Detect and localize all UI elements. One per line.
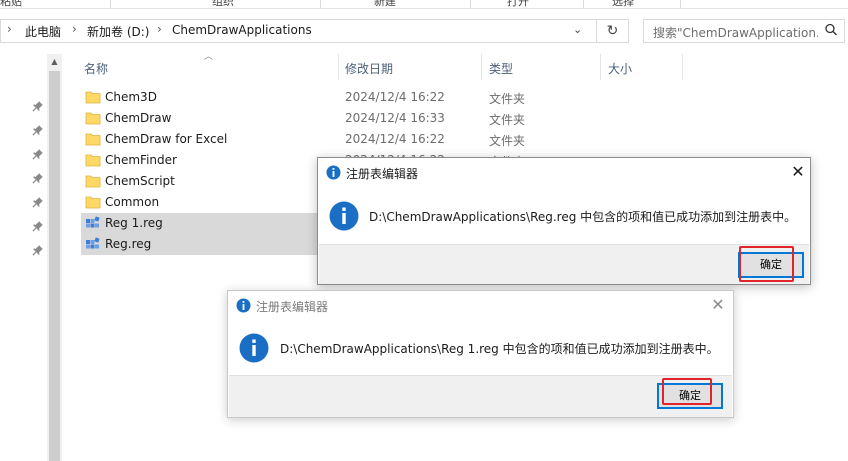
file-type: 文件夹 bbox=[489, 113, 526, 127]
folder-icon bbox=[85, 91, 101, 104]
folder-icon bbox=[85, 112, 101, 125]
file-type: 文件夹 bbox=[489, 92, 526, 106]
ribbon-divider bbox=[470, 0, 471, 8]
ribbon-divider bbox=[110, 0, 111, 8]
dialog-message: D:\ChemDrawApplications\Reg.reg 中包含的项和值已… bbox=[369, 210, 797, 224]
dialog-footer: 确定 bbox=[229, 375, 732, 417]
close-icon[interactable]: ✕ bbox=[786, 161, 810, 183]
file-name: Reg.reg bbox=[105, 237, 152, 251]
file-name: ChemScript bbox=[105, 174, 175, 188]
chevron-down-icon[interactable]: ⌄ bbox=[573, 23, 582, 36]
file-date: 2024/12/4 16:33 bbox=[345, 111, 445, 125]
ribbon-label-paste[interactable]: 粘贴 bbox=[0, 0, 22, 8]
pin-icon[interactable] bbox=[30, 172, 44, 186]
ribbon-label-new[interactable]: 新建 bbox=[374, 0, 396, 8]
ribbon-divider bbox=[680, 0, 681, 8]
search-icon bbox=[825, 23, 837, 36]
scroll-up-arrow-icon[interactable]: ▲ bbox=[47, 54, 62, 69]
breadcrumb-this-pc[interactable]: 此电脑 bbox=[25, 23, 61, 40]
chevron-right-icon[interactable]: › bbox=[72, 22, 77, 36]
dialog-title: 注册表编辑器 bbox=[346, 167, 419, 181]
ribbon-divider bbox=[320, 0, 321, 8]
nav-scrollbar[interactable]: ▲ bbox=[47, 54, 62, 461]
column-divider[interactable] bbox=[338, 54, 339, 80]
ok-button[interactable]: 确定 bbox=[738, 252, 804, 278]
search-input[interactable]: 搜索"ChemDrawApplication... bbox=[643, 19, 845, 43]
breadcrumb-drive-d[interactable]: 新加卷 (D:) bbox=[87, 23, 149, 40]
registry-dialog-front: 注册表编辑器 ✕ D:\ChemDrawApplications\Reg.reg… bbox=[317, 157, 811, 285]
folder-icon bbox=[85, 175, 101, 188]
pin-icon[interactable] bbox=[30, 196, 44, 210]
info-icon bbox=[239, 333, 269, 363]
search-placeholder: 搜索"ChemDrawApplication... bbox=[653, 26, 818, 40]
scroll-thumb[interactable] bbox=[49, 71, 60, 461]
pin-icon[interactable] bbox=[30, 148, 44, 162]
file-name: ChemDraw for Excel bbox=[105, 132, 228, 146]
folder-icon bbox=[85, 133, 101, 146]
sort-ascending-icon: ︿ bbox=[204, 52, 214, 62]
pin-icon[interactable] bbox=[30, 124, 44, 138]
refresh-icon: ↻ bbox=[606, 23, 619, 39]
ribbon-label-select[interactable]: 选择 bbox=[612, 0, 634, 8]
registry-editor-icon bbox=[236, 298, 251, 313]
dialog-title: 注册表编辑器 bbox=[256, 300, 329, 314]
ribbon-divider bbox=[583, 0, 584, 8]
file-name: Reg 1.reg bbox=[105, 216, 163, 230]
pin-icon[interactable] bbox=[30, 220, 44, 234]
file-type: 文件夹 bbox=[489, 134, 526, 148]
ribbon-label-organize[interactable]: 组织 bbox=[212, 0, 234, 8]
breadcrumb-current-folder[interactable]: ChemDrawApplications bbox=[172, 23, 312, 37]
file-name: ChemFinder bbox=[105, 153, 177, 167]
registry-dialog-back: 注册表编辑器 ✕ D:\ChemDrawApplications\Reg 1.r… bbox=[227, 290, 734, 418]
pin-icon[interactable] bbox=[30, 100, 44, 114]
refresh-button[interactable]: ↻ bbox=[597, 19, 629, 43]
address-row: › 此电脑 › 新加卷 (D:) › ChemDrawApplications … bbox=[0, 12, 848, 50]
registry-file-icon bbox=[86, 216, 100, 228]
file-date: 2024/12/4 16:22 bbox=[345, 90, 445, 104]
column-header-name[interactable]: 名称 bbox=[84, 60, 108, 77]
chevron-right-icon[interactable]: › bbox=[7, 22, 12, 36]
dialog-message: D:\ChemDrawApplications\Reg 1.reg 中包含的项和… bbox=[280, 342, 719, 356]
folder-row[interactable]: ChemDraw 2024/12/4 16:33 文件夹 bbox=[81, 108, 525, 129]
close-icon[interactable]: ✕ bbox=[706, 294, 730, 316]
chevron-right-icon[interactable]: › bbox=[157, 22, 162, 36]
column-divider[interactable] bbox=[600, 54, 601, 80]
registry-editor-icon bbox=[326, 165, 341, 180]
folder-icon bbox=[85, 196, 101, 209]
file-name: Chem3D bbox=[105, 90, 157, 104]
address-bar[interactable]: › 此电脑 › 新加卷 (D:) › ChemDrawApplications … bbox=[0, 19, 597, 43]
info-icon bbox=[329, 201, 359, 231]
file-name: ChemDraw bbox=[105, 111, 172, 125]
column-header-date[interactable]: 修改日期 bbox=[345, 60, 393, 77]
column-divider[interactable] bbox=[682, 54, 683, 80]
dialog-footer: 确定 bbox=[319, 244, 809, 284]
column-header-size[interactable]: 大小 bbox=[608, 60, 632, 77]
folder-row[interactable]: ChemDraw for Excel 2024/12/4 16:22 文件夹 bbox=[81, 129, 525, 150]
column-divider[interactable] bbox=[481, 54, 482, 80]
ok-button[interactable]: 确定 bbox=[657, 383, 723, 409]
registry-file-icon bbox=[86, 237, 100, 249]
file-date: 2024/12/4 16:22 bbox=[345, 132, 445, 146]
file-name: Common bbox=[105, 195, 160, 209]
column-header-type[interactable]: 类型 bbox=[489, 60, 513, 77]
folder-row[interactable]: Chem3D 2024/12/4 16:22 文件夹 bbox=[81, 87, 525, 108]
ribbon-label-open[interactable]: 打开 bbox=[507, 0, 529, 8]
ribbon-strip: 粘贴 组织 新建 打开 选择 bbox=[0, 0, 848, 9]
pin-icon[interactable] bbox=[30, 244, 44, 258]
folder-icon bbox=[85, 154, 101, 167]
